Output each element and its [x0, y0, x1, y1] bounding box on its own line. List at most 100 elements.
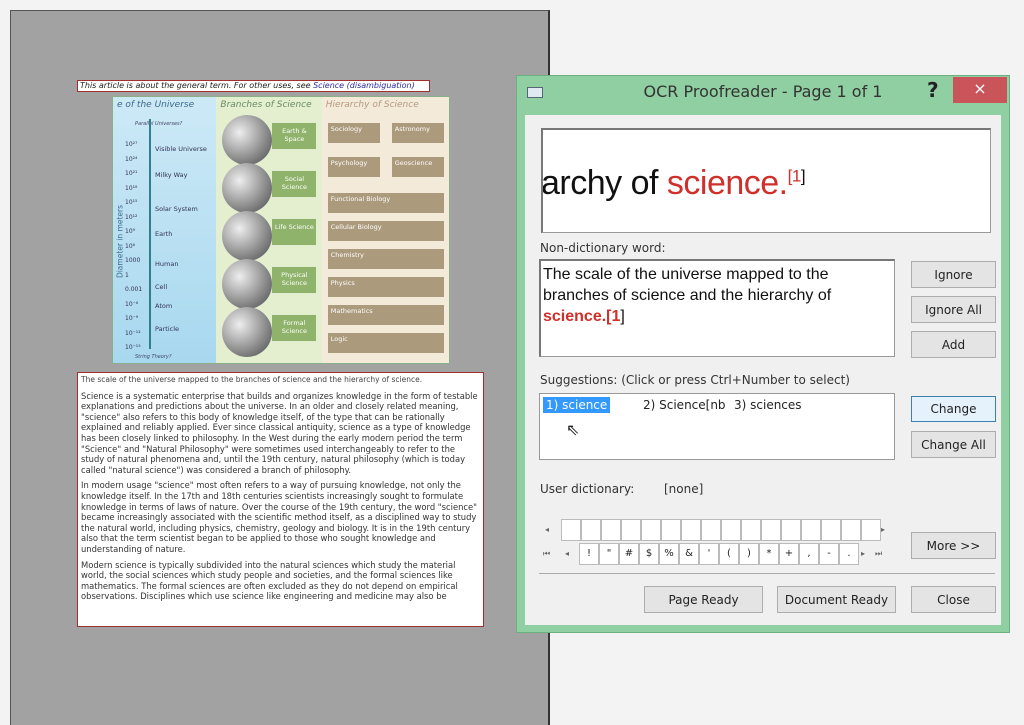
first-page-icon[interactable]: ⏮: [543, 549, 550, 559]
change-all-button[interactable]: Change All: [911, 431, 996, 458]
mouse-cursor-icon: ⇖: [566, 420, 580, 439]
context-after: ]: [620, 308, 625, 325]
scale-value: 10²¹: [125, 170, 138, 177]
char-cell-empty[interactable]: [781, 519, 801, 541]
separator: [539, 573, 995, 574]
paragraph: In modern usage "science" most often ref…: [81, 480, 478, 554]
globe-image: [222, 163, 273, 213]
char-cell[interactable]: ": [599, 543, 619, 565]
char-cell[interactable]: %: [659, 543, 679, 565]
char-cell[interactable]: ': [699, 543, 719, 565]
last-page-icon[interactable]: ⏭: [875, 549, 882, 559]
scroll-right-icon[interactable]: ▸: [881, 525, 885, 534]
suggestion-3[interactable]: 3) sciences: [731, 397, 805, 413]
ocr-proofreader-dialog: OCR Proofreader - Page 1 of 1 ? × archy …: [516, 75, 1010, 633]
close-button[interactable]: Close: [911, 586, 996, 613]
branch-label: Life Science: [272, 219, 317, 245]
hatnote-text: This article is about the general term. …: [80, 81, 314, 90]
branch-label: Formal Science: [272, 315, 317, 341]
user-dictionary-value: [none]: [664, 482, 704, 496]
char-cell-empty[interactable]: [681, 519, 701, 541]
bottom-note: String Theory?: [135, 354, 172, 360]
char-cell[interactable]: -: [819, 543, 839, 565]
scale-value: 10⁻¹²: [125, 329, 141, 337]
scale-title: e of the Universe: [117, 100, 195, 110]
ignore-button[interactable]: Ignore: [911, 261, 996, 288]
globe-image: [222, 259, 273, 309]
scale-value: 1000: [125, 257, 141, 264]
add-button[interactable]: Add: [911, 331, 996, 358]
char-cell-empty[interactable]: [621, 519, 641, 541]
suggestion-1[interactable]: 1) science: [543, 397, 611, 413]
hierarchy-box: Functional Biology: [327, 193, 444, 213]
help-button[interactable]: ?: [927, 78, 939, 102]
branches-title: Branches of Science: [220, 100, 312, 110]
char-cell[interactable]: $: [639, 543, 659, 565]
globe-image: [222, 211, 273, 261]
scale-value: 10²⁷: [125, 141, 138, 148]
context-text: The scale of the universe mapped to the …: [543, 266, 832, 304]
char-cell[interactable]: &: [679, 543, 699, 565]
hierarchy-title: Hierarchy of Science: [325, 100, 419, 110]
char-cell-empty[interactable]: [581, 519, 601, 541]
char-cell-empty[interactable]: [761, 519, 781, 541]
char-cell-empty[interactable]: [861, 519, 881, 541]
change-button[interactable]: Change: [911, 396, 996, 422]
text-zone[interactable]: The scale of the universe mapped to the …: [77, 372, 484, 627]
scale-label: Visible Universe: [155, 145, 207, 153]
char-cell-empty[interactable]: [661, 519, 681, 541]
figure-caption: The scale of the universe mapped to the …: [81, 375, 423, 384]
scale-value: 10¹²: [125, 213, 138, 221]
scale-value: 10¹⁵: [125, 199, 138, 206]
char-cell-empty[interactable]: [821, 519, 841, 541]
char-cell-empty[interactable]: [561, 519, 581, 541]
char-cell-empty[interactable]: [641, 519, 661, 541]
char-cell[interactable]: ): [739, 543, 759, 565]
preview-ref-close: ]: [800, 166, 806, 186]
char-cell[interactable]: #: [619, 543, 639, 565]
char-cell-empty[interactable]: [741, 519, 761, 541]
paragraph: Science is a systematic enterprise that …: [81, 390, 478, 475]
char-cell-empty[interactable]: [721, 519, 741, 541]
document-ready-button[interactable]: Document Ready: [777, 586, 896, 613]
char-cell[interactable]: !: [579, 543, 599, 565]
hatnote-zone[interactable]: This article is about the general term. …: [77, 80, 430, 92]
next-page-icon[interactable]: ▸: [861, 549, 865, 558]
scroll-left-icon[interactable]: ◂: [545, 525, 549, 534]
globe-image: [222, 307, 273, 357]
branch-label: Earth & Space: [272, 123, 317, 149]
char-cell-empty[interactable]: [801, 519, 821, 541]
char-cell-empty[interactable]: [601, 519, 621, 541]
hierarchy-box: Geoscience: [391, 157, 444, 177]
char-cell-empty[interactable]: [841, 519, 861, 541]
more-button[interactable]: More >>: [911, 532, 996, 559]
hierarchy-box: Logic: [327, 333, 444, 353]
hatnote-link[interactable]: Science (disambiguation): [313, 81, 415, 90]
scale-label: Cell: [155, 283, 168, 291]
hierarchy-column: Hierarchy of Science Sociology Astronomy P…: [321, 97, 449, 363]
char-cell[interactable]: .: [839, 543, 859, 565]
char-cell[interactable]: +: [779, 543, 799, 565]
page-ready-button[interactable]: Page Ready: [644, 586, 763, 613]
hierarchy-box: Sociology: [327, 123, 380, 143]
prev-page-icon[interactable]: ◂: [565, 549, 569, 558]
ignore-all-button[interactable]: Ignore All: [911, 296, 996, 323]
image-preview: archy of science.[1]: [541, 128, 991, 233]
hierarchy-box: Astronomy: [391, 123, 444, 143]
non-dictionary-word-field[interactable]: The scale of the universe mapped to the …: [539, 259, 895, 357]
branches-column: Branches of Science Earth & Space Social …: [216, 97, 322, 363]
scale-value: 10⁻⁶: [125, 300, 139, 308]
scale-value: 10⁻⁹: [125, 315, 139, 322]
suggestions-list[interactable]: 1) science 2) Science[nb 3) sciences ⇖: [539, 393, 895, 460]
preview-ref: [1: [787, 166, 802, 186]
picture-zone[interactable]: e of the Universe Parallel Universes? Di…: [112, 96, 450, 364]
suggestion-2[interactable]: 2) Science[nb: [640, 397, 729, 413]
char-cell[interactable]: ,: [799, 543, 819, 565]
char-cell[interactable]: *: [759, 543, 779, 565]
close-icon[interactable]: ×: [953, 77, 1007, 103]
char-cell[interactable]: (: [719, 543, 739, 565]
scale-axis: [149, 119, 151, 349]
scale-value: 10¹⁸: [125, 184, 138, 192]
suggestions-label: Suggestions: (Click or press Ctrl+Number…: [540, 373, 850, 387]
char-cell-empty[interactable]: [701, 519, 721, 541]
